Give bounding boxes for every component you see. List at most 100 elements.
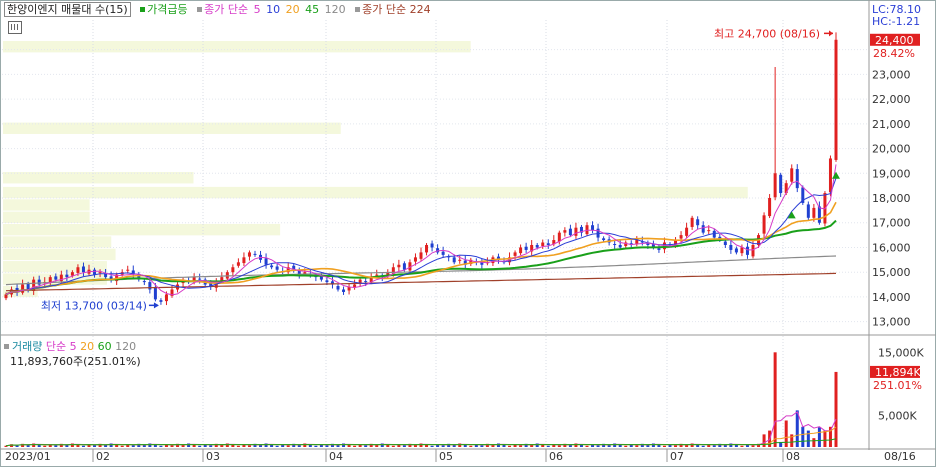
volume-bar: [247, 445, 251, 447]
candle-body: [54, 276, 58, 280]
candle-body: [585, 225, 589, 235]
volume-bar: [391, 445, 395, 447]
volume-bar: [662, 445, 666, 447]
candle-body: [126, 269, 130, 271]
current-price-value: 24,400: [875, 34, 914, 47]
ma10-label: 10: [266, 3, 281, 16]
volume-bar: [159, 445, 163, 447]
price-tick-label: 22,000: [872, 93, 911, 106]
ma-marker-icon: [197, 7, 203, 12]
volume-profile-bar: [3, 261, 107, 273]
candle-body: [591, 225, 595, 231]
high-annotation: 최고 24,700 (08/16): [714, 27, 820, 40]
ma-label[interactable]: 종가 단순: [204, 3, 248, 16]
vol-ma60-line: [5, 438, 837, 447]
volume-bar: [236, 445, 240, 447]
volume-bar: [469, 445, 473, 447]
candle-body: [685, 227, 689, 236]
candle-body: [602, 238, 606, 241]
spike-marker-icon: [140, 7, 146, 12]
candle-body: [712, 230, 716, 238]
candle-body: [568, 228, 572, 236]
candle-body: [242, 257, 246, 264]
volume-bar: [519, 445, 523, 447]
candle-body: [806, 204, 810, 218]
ma224-label[interactable]: 종가 단순 224: [362, 3, 430, 16]
candle-body: [430, 243, 434, 248]
volume-profile-bar: [3, 223, 281, 236]
volume-ma-label[interactable]: 단순: [46, 340, 66, 353]
current-volume-value: 11,894K: [875, 366, 921, 379]
low-arrow-icon: [153, 302, 159, 309]
vol-ma5-line: [5, 411, 837, 447]
current-volume-pct: 251.01%: [873, 379, 922, 392]
candle-body: [159, 300, 163, 302]
candle-body: [231, 267, 235, 273]
candle-body: [779, 174, 783, 194]
volume-bar: [402, 445, 406, 447]
ma45-label: 45: [305, 3, 320, 16]
candle-body: [701, 225, 705, 233]
volume-bar: [120, 445, 124, 447]
price-tick-label: 21,000: [872, 118, 911, 131]
volume-bar: [43, 445, 47, 447]
volume-bar: [198, 445, 202, 447]
volume-bar: [275, 445, 279, 447]
candle-body: [657, 248, 661, 250]
price-tick-label: 18,000: [872, 192, 911, 205]
spike-label[interactable]: 가격급등: [147, 3, 187, 16]
candle-body: [76, 267, 80, 273]
volume-bar: [81, 445, 85, 447]
volume-bar: [762, 434, 766, 447]
volume-bar: [585, 445, 589, 447]
ma5-label: 5: [253, 3, 261, 16]
candle-body: [364, 281, 368, 283]
grid-toggle-icon[interactable]: [8, 21, 22, 34]
volume-label[interactable]: 거래량: [12, 340, 42, 353]
volume-bar: [314, 445, 318, 447]
candle-body: [413, 257, 417, 262]
candle-body: [247, 252, 251, 257]
candle-body: [679, 235, 683, 239]
candle-body: [142, 281, 146, 283]
candle-body: [734, 248, 738, 253]
candle-body: [425, 244, 429, 253]
candle-body: [535, 244, 539, 248]
price-tick-label: 14,000: [872, 291, 911, 304]
volume-bar: [209, 445, 213, 447]
candle-body: [690, 217, 694, 227]
candle-body: [795, 169, 799, 189]
candle-body: [557, 232, 561, 242]
price-legend: 한양이엔지 매물대 수(15) 가격급등 종가 단순 5 10 20 45 12…: [4, 2, 433, 17]
time-tick-label: 08: [786, 450, 800, 463]
vol-ma5-label: 5: [69, 340, 77, 353]
volume-profile-bar: [3, 41, 471, 53]
volume-profile-bar: [3, 186, 748, 199]
candle-body: [441, 251, 445, 255]
stock-chart[interactable]: 최고 24,700 (08/16) 최저 13,700 (03/14) 13,000…: [0, 0, 936, 467]
time-tick-label: 2023/01: [5, 450, 51, 463]
volume-bar: [773, 352, 777, 447]
low-annotation: 최저 13,700 (03/14): [41, 299, 147, 312]
candle-body: [342, 289, 346, 292]
candle-body: [618, 244, 622, 248]
volume-profile-bar: [3, 236, 112, 248]
candle-body: [275, 266, 279, 270]
candle-body: [98, 272, 102, 274]
candle-body: [729, 244, 733, 250]
candle-body: [768, 198, 772, 217]
price-tick-label: 15,000: [872, 266, 911, 279]
time-tick-label: 08/16: [884, 450, 916, 463]
candle-body: [563, 230, 567, 233]
candle-body: [253, 253, 257, 255]
volume-marker-icon: [4, 344, 9, 349]
candle-body: [790, 168, 794, 182]
price-tick-label: 16,000: [872, 241, 911, 254]
candle-body: [745, 246, 749, 255]
candle-body: [93, 269, 97, 275]
ma120-label: 120: [324, 3, 346, 16]
vol-ma20-label: 20: [80, 340, 95, 353]
stock-name-label[interactable]: 한양이엔지 매물대 수(15): [4, 2, 131, 17]
volume-bar: [806, 430, 810, 447]
volume-legend: 거래량 단순 5 20 60 120: [4, 340, 136, 354]
